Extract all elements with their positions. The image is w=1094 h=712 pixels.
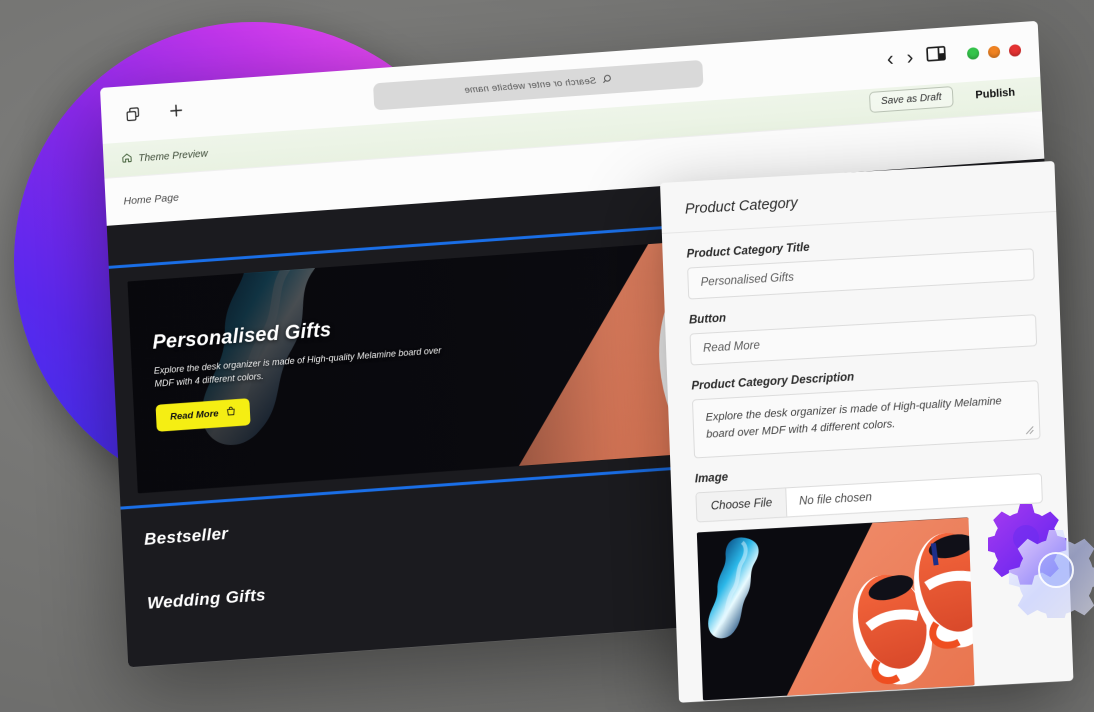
wedding-gifts-title: Wedding Gifts — [146, 585, 267, 613]
file-status-label: No file chosen — [798, 491, 873, 508]
search-icon — [602, 70, 613, 89]
decorative-gears — [985, 500, 1094, 625]
home-icon — [121, 152, 133, 167]
product-category-panel: Product Category Product Category Title … — [660, 160, 1074, 703]
field-button: Button Read More — [689, 295, 1038, 366]
image-preview-thumbnail — [696, 517, 975, 701]
bestseller-title: Bestseller — [143, 523, 229, 549]
field-description: Product Category Description Explore the… — [691, 361, 1041, 459]
sidebar-panel-icon[interactable] — [926, 44, 947, 67]
plus-icon[interactable] — [163, 97, 190, 125]
panel-body: Product Category Title Personalised Gift… — [662, 212, 1074, 703]
page-name-label: Home Page — [123, 191, 180, 208]
field-category-title: Product Category Title Personalised Gift… — [686, 229, 1035, 300]
resize-handle-icon[interactable] — [1025, 425, 1035, 436]
close-dot[interactable] — [1008, 44, 1022, 57]
mockup-stage: Search or enter website name ‹ › Theme P… — [0, 0, 1094, 712]
publish-button[interactable]: Publish — [963, 81, 1028, 106]
hero-button-label: Read More — [169, 408, 219, 423]
breadcrumb-label: Theme Preview — [138, 147, 209, 164]
forward-button[interactable]: › — [906, 47, 914, 69]
panel-title: Product Category — [684, 195, 798, 218]
shopping-bag-icon — [225, 406, 236, 420]
address-bar-text: Search or enter website name — [463, 75, 597, 96]
category-description-value: Explore the desk organizer is made of Hi… — [705, 395, 1002, 441]
address-bar[interactable]: Search or enter website name — [372, 59, 704, 110]
minimize-dot[interactable] — [987, 45, 1001, 59]
back-button[interactable]: ‹ — [886, 48, 894, 70]
category-description-textarea[interactable]: Explore the desk organizer is made of Hi… — [691, 380, 1041, 459]
copy-icon[interactable] — [119, 100, 146, 128]
choose-file-button[interactable]: Choose File — [696, 488, 788, 522]
maximize-dot[interactable] — [966, 47, 980, 60]
breadcrumb[interactable]: Theme Preview — [121, 146, 208, 166]
window-controls — [966, 44, 1022, 60]
save-as-draft-button[interactable]: Save as Draft — [868, 86, 954, 114]
